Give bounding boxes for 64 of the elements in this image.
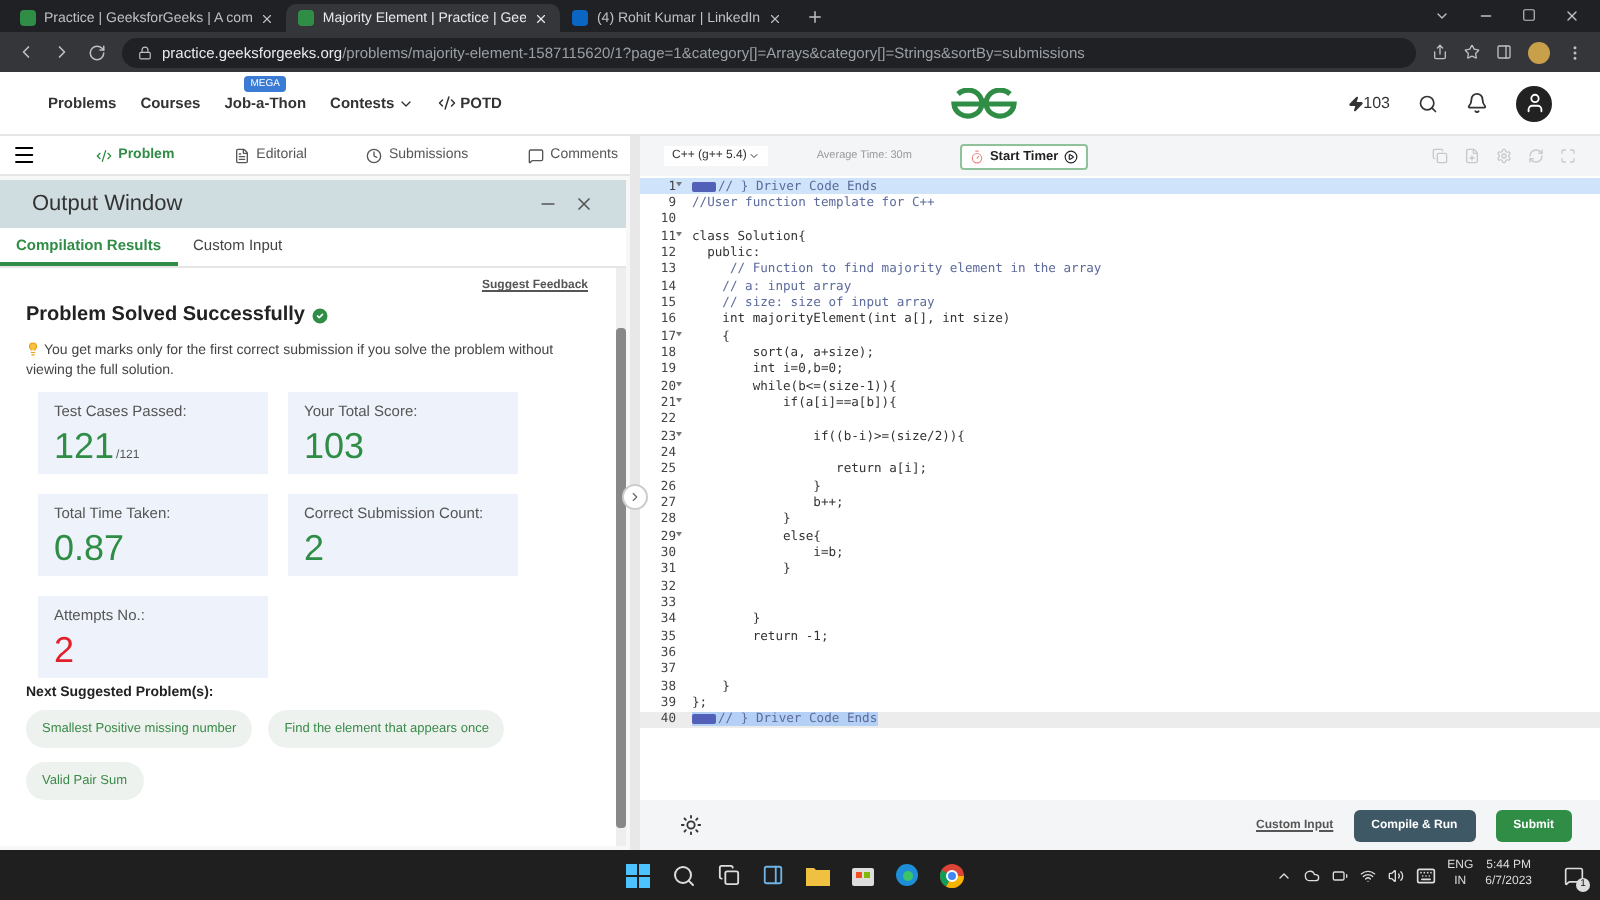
task-view-icon[interactable] [718, 864, 740, 886]
stat-value: 2 [54, 630, 75, 673]
stat-value: 0.87 [54, 528, 125, 571]
window-title: Output Window [32, 192, 183, 216]
fold-arrow-icon[interactable] [676, 432, 682, 439]
fold-marker-icon [692, 181, 716, 192]
stat-value: 121 [54, 426, 115, 469]
new-tab-icon[interactable] [806, 7, 825, 25]
tab-search-icon[interactable] [1434, 8, 1450, 24]
fold-marker-icon [692, 714, 716, 725]
person-icon [1523, 92, 1545, 114]
side-panel-icon[interactable] [1496, 44, 1512, 60]
battery-icon[interactable] [1331, 867, 1348, 883]
clock-icon [366, 147, 383, 163]
fold-arrow-icon[interactable] [676, 398, 682, 405]
store-icon[interactable] [852, 864, 874, 886]
check-icon [309, 305, 329, 325]
scrollbar-thumb[interactable] [616, 328, 626, 828]
fold-arrow-icon[interactable] [676, 332, 682, 339]
keyboard-icon[interactable] [1415, 865, 1436, 885]
notification-icon[interactable] [1564, 865, 1584, 885]
code-icon [96, 147, 113, 163]
status-title: Problem Solved Successfully [26, 304, 305, 326]
widgets-icon[interactable] [762, 864, 784, 886]
code-icon [438, 94, 457, 112]
folder-icon[interactable] [806, 865, 830, 885]
close-icon[interactable] [768, 11, 783, 25]
site-favicon-icon [298, 10, 315, 26]
cloud-icon[interactable] [1303, 867, 1320, 883]
close-icon[interactable] [574, 194, 594, 214]
fold-arrow-icon[interactable] [676, 232, 682, 239]
close-icon[interactable] [260, 11, 275, 25]
browser-icon[interactable] [896, 864, 918, 886]
site-favicon-icon [20, 10, 36, 26]
share-icon[interactable] [1432, 44, 1448, 60]
fold-arrow-icon[interactable] [676, 532, 682, 539]
reload-icon[interactable] [88, 43, 106, 61]
linkedin-favicon-icon [572, 10, 589, 26]
close-icon[interactable] [1564, 8, 1580, 24]
fold-arrow-icon[interactable] [676, 182, 682, 189]
profile-avatar[interactable] [1516, 85, 1552, 121]
lock-icon [138, 45, 152, 59]
logo-icon [948, 87, 1021, 119]
notification-icon[interactable] [1466, 92, 1488, 114]
search-icon[interactable] [672, 863, 696, 887]
timer-icon [969, 149, 984, 163]
caret-icon [748, 150, 761, 162]
stat-value: 2 [304, 528, 325, 571]
search-icon[interactable] [1418, 93, 1438, 113]
streak-count: 103 [1347, 94, 1390, 112]
bolt-icon [1347, 95, 1364, 111]
fold-arrow-icon[interactable] [676, 382, 682, 389]
chevron-right-icon [628, 490, 642, 504]
chat-icon [528, 147, 545, 163]
play-icon [1064, 149, 1079, 163]
volume-icon[interactable] [1387, 867, 1404, 883]
stat-value: 103 [304, 426, 365, 469]
windows-icon[interactable] [626, 863, 650, 887]
browser-icon[interactable] [940, 863, 964, 887]
restore-icon[interactable] [1522, 8, 1536, 22]
wifi-icon[interactable] [1359, 867, 1376, 883]
document-icon [234, 147, 251, 163]
menu-icon[interactable] [12, 142, 37, 168]
bookmark-icon[interactable] [1464, 44, 1480, 60]
